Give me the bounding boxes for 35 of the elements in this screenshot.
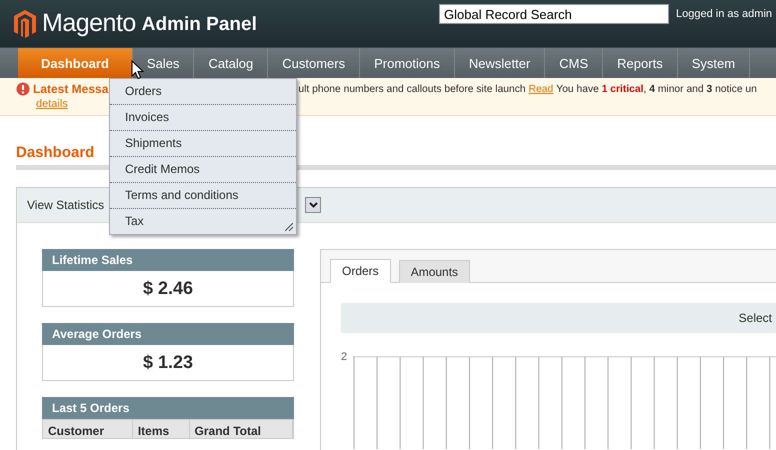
select-label: Select [738,311,772,325]
menu-item[interactable]: Terms and conditions [110,183,296,209]
chevron-down-icon [308,202,318,208]
view-statistics-label: View Statistics [27,198,104,212]
scope-select[interactable] [305,197,322,213]
axis-tick-label: 2 [341,351,348,365]
alert-icon [16,82,30,96]
logo-subtitle: Admin Panel [142,14,257,36]
orders-header: Last 5 Orders [42,397,294,419]
stat-header: Average Orders [42,323,294,345]
stat-value: $ 2.46 [42,271,294,307]
stat-value: $ 1.23 [42,345,294,381]
message-title: Latest Messa [33,82,108,96]
menu-item[interactable]: Credit Memos [110,157,296,183]
nav-tab[interactable]: Dashboard [18,48,133,78]
chart-tab[interactable]: Amounts [398,260,470,283]
user-status: Logged in as admin [676,8,772,20]
resize-grip-icon [285,223,293,231]
stat-header: Lifetime Sales [42,249,294,271]
menu-item[interactable]: Invoices [110,105,296,131]
menu-item[interactable]: Shipments [110,131,296,157]
details-link[interactable]: details [36,98,68,110]
message-text: ult phone numbers and callouts before site launch [298,84,526,94]
chart-tab[interactable]: Orders [330,259,391,283]
logo-icon [14,10,36,38]
read-link[interactable]: Read [528,84,554,94]
logo-text: Magento [42,9,136,38]
column-header: Grand Total [190,420,293,438]
column-header: Customer [43,420,133,438]
mouse-cursor-icon [131,60,144,80]
message-summary: You have 1 critical, 4 minor and 3 notice un [556,84,757,94]
menu-item[interactable]: Tax [110,209,296,234]
menu-item[interactable]: Orders [110,79,296,105]
column-header: Items [132,420,190,438]
search-field[interactable]: Global Record Search [439,4,669,24]
